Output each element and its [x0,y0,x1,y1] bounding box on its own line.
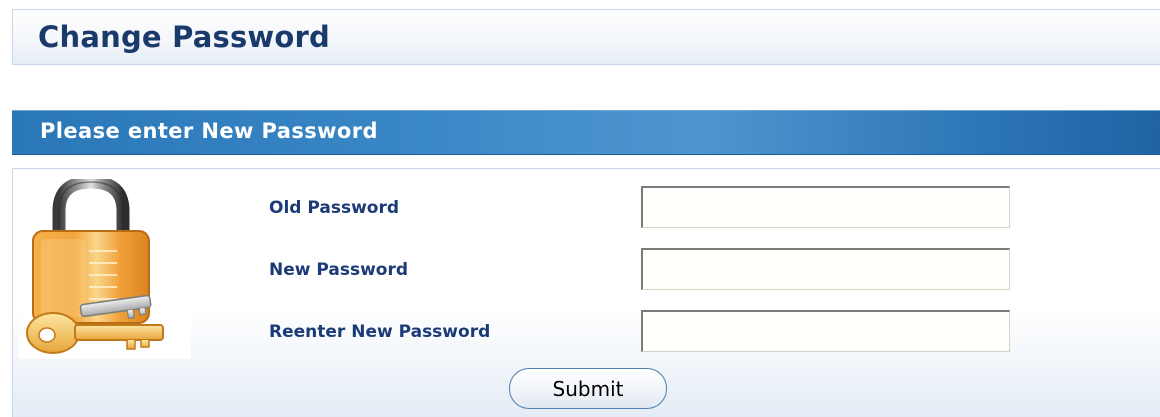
page-title-bar: Change Password [12,9,1160,65]
password-form-panel: Old Password New Password Reenter New Pa… [12,168,1160,417]
section-header-label: Please enter New Password [40,119,378,143]
old-password-label: Old Password [269,198,400,218]
padlock-with-keys-icon [19,175,191,359]
page-title: Change Password [38,20,331,54]
section-header: Please enter New Password [12,110,1160,155]
change-password-page: Change Password Please enter New Passwor… [0,0,1160,417]
reenter-password-input[interactable] [641,310,1010,352]
reenter-password-label: Reenter New Password [269,322,491,342]
old-password-input[interactable] [641,186,1010,228]
new-password-input[interactable] [641,248,1010,290]
new-password-label: New Password [269,260,409,280]
submit-button[interactable]: Submit [509,368,667,409]
